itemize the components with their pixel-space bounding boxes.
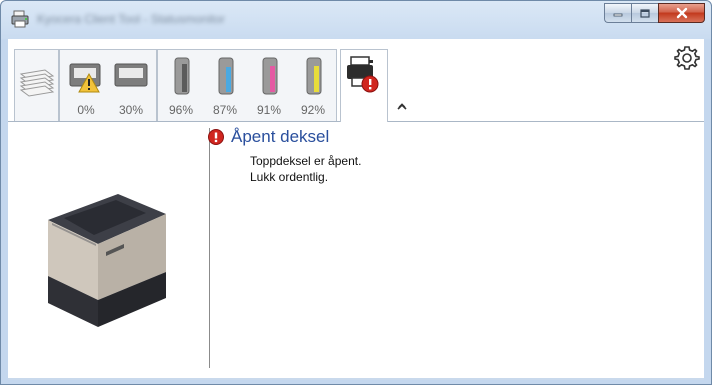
tray-2: 30% <box>110 50 152 122</box>
toner-yellow: 92% <box>292 50 334 122</box>
maximize-button[interactable] <box>631 3 658 23</box>
toner-magenta: 91% <box>248 50 290 122</box>
toner-magenta-level: 91% <box>256 103 282 117</box>
minimize-icon <box>613 13 623 17</box>
toner-cyan: 87% <box>204 50 246 122</box>
toner-black-level: 96% <box>168 103 194 117</box>
maximize-icon <box>640 8 650 18</box>
toner-black: 96% <box>160 50 202 122</box>
printer-error-icon <box>347 56 379 93</box>
status-line-1: Toppdeksel er åpent. <box>250 154 362 168</box>
title-bar[interactable]: Kyocera Client Tool - Statusmonitor <box>1 1 711 39</box>
tab-paper[interactable] <box>14 49 59 121</box>
error-icon <box>208 129 224 145</box>
status-content: Åpent deksel Toppdeksel er åpent. Lukk o… <box>8 122 704 378</box>
chevron-up-icon[interactable] <box>396 101 408 111</box>
printer-app-icon <box>11 10 29 28</box>
status-heading: Åpent deksel <box>208 127 330 147</box>
toner-yellow-icon <box>306 57 322 95</box>
tab-printer-status[interactable] <box>340 49 388 122</box>
close-icon <box>676 7 687 19</box>
toner-yellow-level: 92% <box>300 103 326 117</box>
gear-icon[interactable] <box>674 45 700 71</box>
minimize-button[interactable] <box>604 3 631 23</box>
caption-buttons <box>604 3 705 27</box>
toner-cyan-level: 87% <box>212 103 238 117</box>
toner-magenta-icon <box>262 57 278 95</box>
tab-paper-trays[interactable]: 0% 30% <box>59 49 157 121</box>
printer-image <box>48 194 166 327</box>
pane-divider <box>209 128 210 368</box>
status-line-2: Lukk ordentlig. <box>250 170 329 184</box>
tray-1-level: 0% <box>77 103 95 117</box>
window-title: Kyocera Client Tool - Statusmonitor <box>37 12 225 26</box>
status-monitor-window: Kyocera Client Tool - Statusmonitor 0% 3… <box>0 0 712 385</box>
toner-cyan-icon <box>218 57 234 95</box>
close-button[interactable] <box>658 3 705 23</box>
paper-stack-icon <box>19 69 55 97</box>
paper-tray-warning-icon <box>69 63 101 93</box>
printer-illustration <box>8 122 208 370</box>
paper-tray-icon <box>114 63 148 87</box>
tab-toner[interactable]: 96% 87% 91% 92% <box>157 49 337 121</box>
window-bottom-border <box>8 378 704 380</box>
tray-1: 0% <box>65 50 107 122</box>
status-title: Åpent deksel <box>231 127 330 146</box>
tray-2-level: 30% <box>118 103 144 117</box>
toner-black-icon <box>174 57 190 95</box>
status-tab-bar: 0% 30% 96% 87% 91% 92% <box>8 39 704 122</box>
